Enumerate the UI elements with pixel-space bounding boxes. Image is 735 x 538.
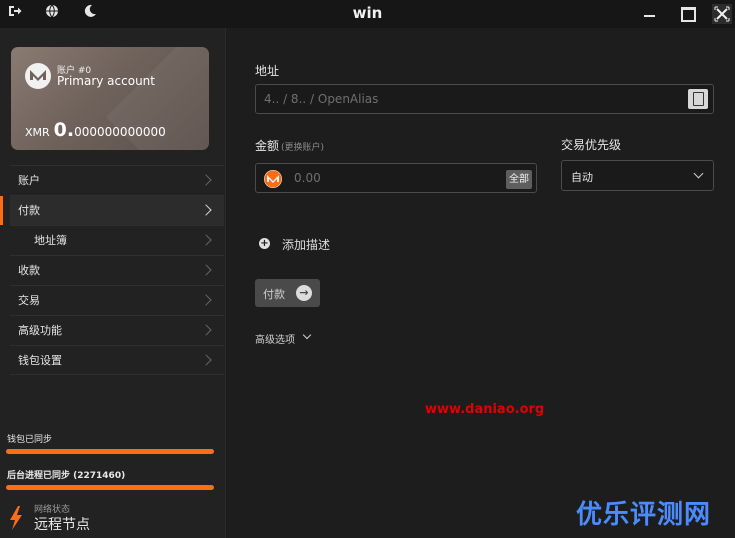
amount-label: 金额 (更换账户) bbox=[255, 137, 324, 154]
priority-label: 交易优先级 bbox=[561, 138, 622, 152]
address-placeholder: 4.. / 8.. / OpenAlias bbox=[264, 92, 379, 106]
sidebar-item-label: 付款 bbox=[18, 204, 40, 217]
amount-input[interactable]: 0.00 全部 bbox=[255, 163, 537, 193]
minimize-button[interactable] bbox=[641, 5, 659, 23]
daemon-sync-label: 后台进程已同步 (2271460) bbox=[7, 471, 126, 481]
chevron-right-icon bbox=[200, 204, 212, 216]
priority-select[interactable]: 自动 bbox=[561, 160, 714, 191]
sidebar-item-label: 地址簿 bbox=[34, 234, 67, 247]
advanced-options-toggle[interactable]: 高级选项 bbox=[255, 331, 295, 346]
balance-decimal: 000000000000 bbox=[74, 125, 166, 139]
balance-integer: 0. bbox=[53, 119, 75, 141]
account-name: Primary account bbox=[57, 74, 155, 88]
plus-icon: + bbox=[259, 238, 270, 249]
sidebar-item-settings[interactable]: 钱包设置 bbox=[10, 345, 224, 375]
add-description-label: 添加描述 bbox=[282, 238, 331, 252]
chevron-right-icon bbox=[200, 264, 212, 276]
watermark-brand: 优乐评测网 bbox=[576, 500, 712, 530]
chevron-right-icon bbox=[200, 174, 212, 186]
send-button-label: 付款 bbox=[263, 288, 285, 301]
chevron-right-icon bbox=[200, 234, 212, 246]
address-input[interactable]: 4.. / 8.. / OpenAlias bbox=[255, 84, 714, 114]
sidebar-item-label: 钱包设置 bbox=[18, 354, 62, 367]
sidebar-item-account[interactable]: 账户 bbox=[10, 165, 224, 195]
watermark-url: www.daniao.org bbox=[425, 402, 545, 417]
monero-coin-icon bbox=[264, 170, 282, 188]
account-balance: XMR 0.000000000000 bbox=[25, 119, 166, 141]
sidebar-menu: 账户 付款 地址簿 收款 交易 高级功能 钱包设置 bbox=[0, 165, 224, 375]
chevron-right-icon bbox=[200, 324, 212, 336]
address-book-icon[interactable] bbox=[688, 89, 708, 109]
window-title: win bbox=[352, 4, 383, 22]
currency-label: XMR bbox=[25, 126, 50, 139]
all-button[interactable]: 全部 bbox=[506, 170, 532, 189]
address-label: 地址 bbox=[255, 64, 280, 78]
sidebar-item-transactions[interactable]: 交易 bbox=[10, 285, 224, 315]
sidebar-item-label: 交易 bbox=[18, 294, 40, 307]
network-status-value: 远程节点 bbox=[34, 517, 90, 533]
maximize-button[interactable] bbox=[679, 5, 697, 23]
sidebar-item-label: 收款 bbox=[18, 264, 40, 277]
change-account-link[interactable]: (更换账户) bbox=[281, 143, 324, 153]
account-card[interactable]: 账户 #0 Primary account XMR 0.000000000000 bbox=[11, 47, 209, 150]
sidebar-item-advanced[interactable]: 高级功能 bbox=[10, 315, 224, 345]
main-panel: 地址 4.. / 8.. / OpenAlias 金额 (更换账户) 0.00 全… bbox=[227, 28, 735, 538]
wallet-sync-label: 钱包已同步 bbox=[7, 435, 53, 445]
title-bar: win bbox=[0, 0, 735, 28]
amount-label-text: 金额 bbox=[255, 139, 280, 153]
sidebar-item-label: 账户 bbox=[18, 174, 40, 187]
chevron-right-icon bbox=[200, 294, 212, 306]
sidebar: 账户 #0 Primary account XMR 0.000000000000 … bbox=[0, 28, 226, 538]
wallet-sync-progress-bar bbox=[6, 449, 214, 454]
sidebar-item-address-book[interactable]: 地址簿 bbox=[10, 225, 224, 255]
amount-placeholder: 0.00 bbox=[294, 171, 321, 185]
sidebar-item-receive[interactable]: 收款 bbox=[10, 255, 224, 285]
arrow-right-icon: → bbox=[296, 285, 312, 301]
chevron-down-icon bbox=[693, 168, 704, 179]
send-button[interactable]: 付款 → bbox=[255, 279, 320, 307]
priority-value: 自动 bbox=[571, 171, 593, 184]
daemon-sync-progress-bar bbox=[6, 485, 214, 490]
sidebar-item-send[interactable]: 付款 bbox=[0, 195, 224, 225]
close-button[interactable] bbox=[712, 4, 732, 24]
close-icon bbox=[714, 6, 730, 22]
monero-logo-icon bbox=[25, 63, 51, 89]
chevron-down-icon bbox=[302, 330, 312, 340]
chevron-right-icon bbox=[200, 354, 212, 366]
sidebar-item-label: 高级功能 bbox=[18, 324, 62, 337]
lightning-icon bbox=[9, 506, 23, 530]
